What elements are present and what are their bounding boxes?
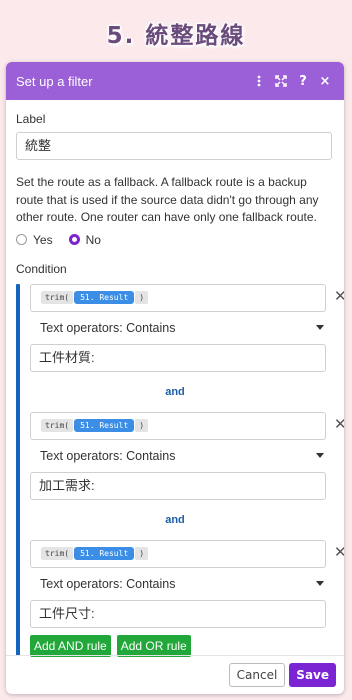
operator-select[interactable]: Text operators: Contains: [30, 572, 326, 596]
cancel-button[interactable]: Cancel: [228, 663, 286, 687]
function-close-pill[interactable]: ): [135, 291, 149, 304]
more-vertical-icon[interactable]: [248, 75, 270, 87]
function-pill[interactable]: trim(: [41, 547, 74, 560]
condition-row: trim( 51. Result ) ✕ Text operators: Con…: [30, 411, 344, 500]
variable-pill[interactable]: 51. Result: [74, 547, 135, 560]
radio-yes[interactable]: [16, 234, 27, 245]
fallback-radio-group: Yes No: [16, 233, 334, 247]
label-input[interactable]: 統整: [16, 132, 332, 160]
condition-group: trim( 51. Result ) ✕ Text operators: Con…: [16, 283, 344, 657]
operator-value: Text operators: Contains: [40, 320, 176, 335]
condition-expression-field[interactable]: trim( 51. Result ): [30, 411, 326, 440]
operator-value: Text operators: Contains: [40, 576, 176, 591]
function-close-pill[interactable]: ): [135, 547, 149, 560]
condition-expression-field[interactable]: trim( 51. Result ): [30, 283, 326, 312]
dialog-header: Set up a filter ? ×: [6, 62, 344, 100]
function-pill[interactable]: trim(: [41, 419, 74, 432]
save-button[interactable]: Save: [289, 663, 336, 687]
dialog-title: Set up a filter: [16, 73, 93, 89]
radio-yes-label: Yes: [33, 232, 53, 247]
function-pill[interactable]: trim(: [41, 291, 74, 304]
label-field-label: Label: [16, 112, 46, 126]
dialog-footer: Cancel Save: [6, 655, 344, 694]
operator-select[interactable]: Text operators: Contains: [30, 444, 326, 468]
operator-select[interactable]: Text operators: Contains: [30, 316, 326, 340]
add-or-rule-button[interactable]: Add OR rule: [116, 634, 191, 657]
page-title: 5. 統整路線: [106, 23, 246, 49]
remove-condition-icon[interactable]: ✕: [334, 287, 344, 305]
chevron-down-icon: [316, 453, 324, 458]
remove-condition-icon[interactable]: ✕: [334, 543, 344, 561]
fallback-yes-option[interactable]: Yes: [16, 233, 53, 247]
condition-row: trim( 51. Result ) ✕ Text operators: Con…: [30, 539, 344, 628]
function-close-pill[interactable]: ): [135, 419, 149, 432]
operator-value: Text operators: Contains: [40, 448, 176, 463]
remove-condition-icon[interactable]: ✕: [334, 415, 344, 433]
condition-label: Condition: [16, 261, 67, 276]
variable-pill[interactable]: 51. Result: [74, 419, 135, 432]
fallback-no-option[interactable]: No: [68, 232, 101, 247]
close-icon[interactable]: ×: [314, 74, 336, 89]
chevron-down-icon: [316, 325, 324, 330]
and-connector: and: [165, 385, 185, 398]
condition-group-bar: [16, 283, 20, 656]
fallback-description: Set the route as a fallback. A fallback …: [16, 175, 319, 224]
rule-buttons: Add AND rule Add OR rule: [30, 634, 334, 657]
condition-value-input[interactable]: 工件材質:: [30, 343, 326, 372]
condition-value-input[interactable]: 加工需求:: [30, 471, 326, 500]
add-and-rule-button[interactable]: Add AND rule: [30, 634, 111, 657]
radio-no-label: No: [85, 232, 101, 247]
expand-icon[interactable]: [270, 75, 292, 87]
radio-no[interactable]: [68, 234, 80, 245]
chevron-down-icon: [316, 581, 324, 586]
condition-expression-field[interactable]: trim( 51. Result ): [30, 539, 326, 568]
condition-row: trim( 51. Result ) ✕ Text operators: Con…: [30, 283, 344, 372]
dialog-body: Label 統整 Set the route as a fallback. A …: [6, 100, 344, 657]
condition-value-input[interactable]: 工件尺寸:: [30, 599, 326, 628]
variable-pill[interactable]: 51. Result: [74, 291, 135, 304]
filter-dialog: Set up a filter ? × Label 統整 Set the rou…: [6, 62, 344, 694]
and-connector: and: [165, 513, 185, 526]
help-icon[interactable]: ?: [292, 74, 314, 89]
